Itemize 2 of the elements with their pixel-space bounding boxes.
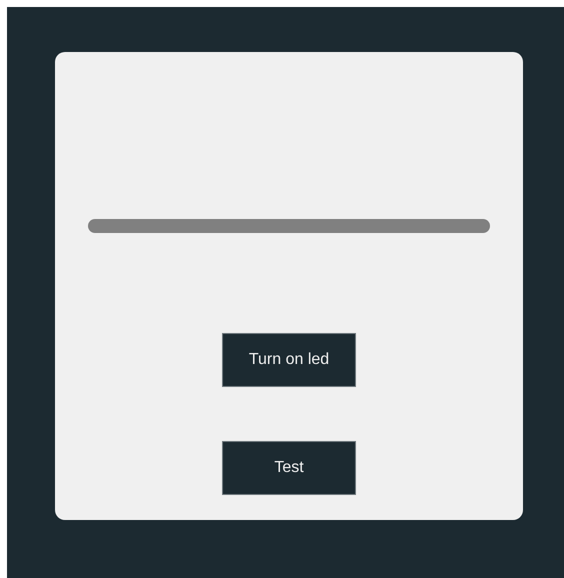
action-button[interactable]: Turn on led <box>222 333 356 387</box>
action-button[interactable]: Test <box>222 441 356 495</box>
